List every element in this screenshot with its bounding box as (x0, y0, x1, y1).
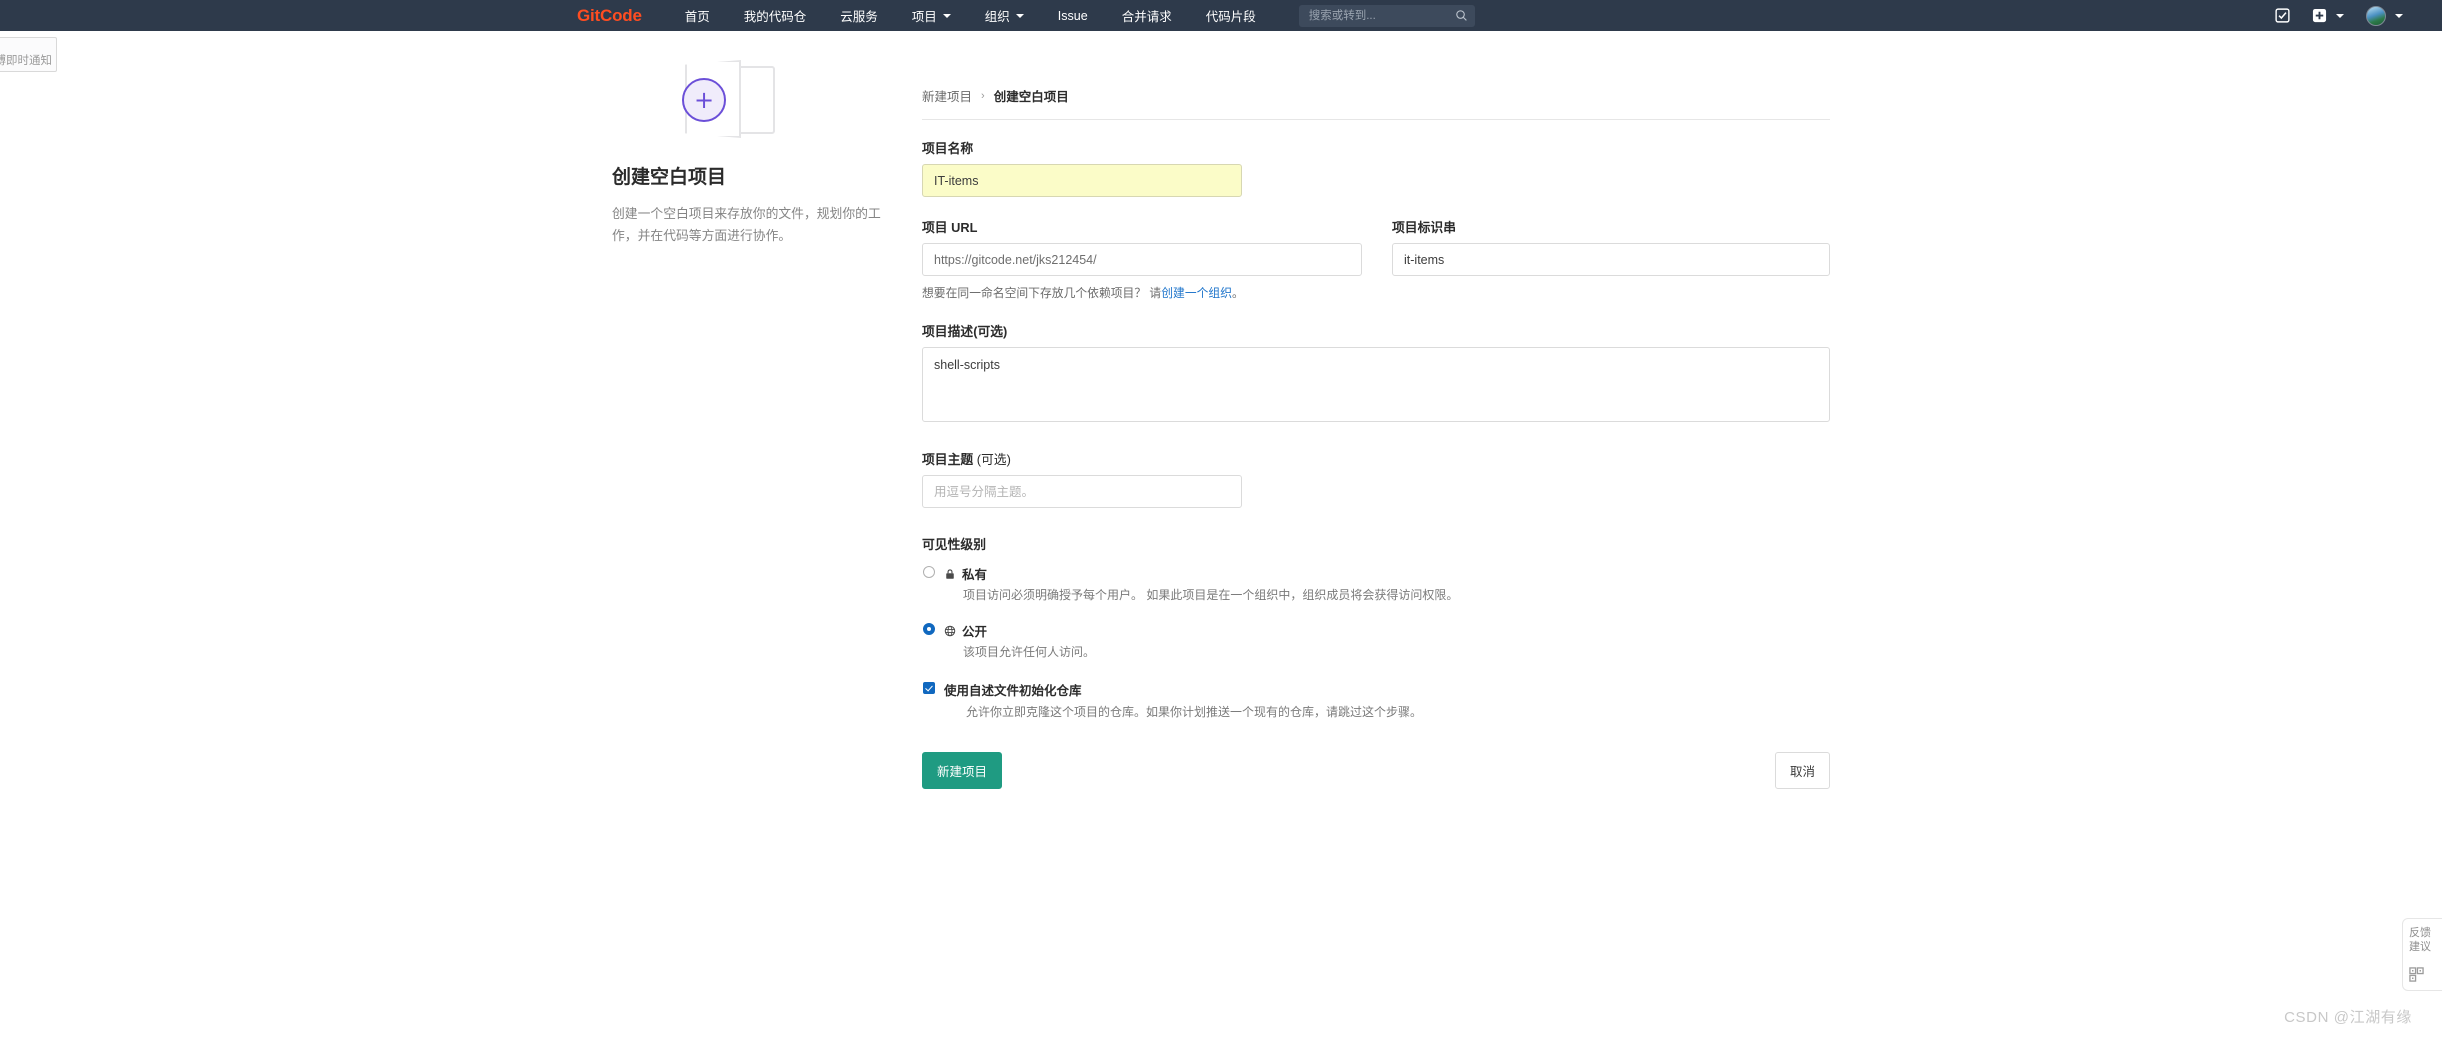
lock-icon (946, 568, 954, 579)
globe-icon (944, 625, 956, 636)
feedback-line2: 建议 (2409, 940, 2431, 953)
nav-label: 合并请求 (1121, 10, 1172, 24)
project-url-label: 项目 URL (922, 220, 978, 235)
private-radio[interactable] (923, 566, 935, 578)
private-description: 项目访问必须明确授予每个用户。 如果此项目是在一个组织中，组织成员将会获得访问权… (963, 588, 1459, 602)
user-avatar (2366, 5, 2386, 26)
create-project-form: 新建项目 › 创建空白项目 项目名称 项目 URL 想要在同一命名空间下存放几个… (922, 86, 1830, 789)
notification-panel-text: 微博即时通知 (0, 55, 52, 67)
project-slug-group: 项目标识串 (1392, 217, 1830, 301)
nav-label: 组织 (984, 10, 1010, 24)
initialize-readme-checkbox[interactable] (923, 682, 935, 694)
public-label: 公开 (962, 625, 988, 639)
visibility-group: 可见性级别 私有 项目访问必须明确授予每个用户。 如果此项目是在一个组织中，组织… (922, 534, 1830, 660)
nav-label: 云服务 (840, 10, 878, 24)
search-input[interactable] (1306, 8, 1447, 23)
breadcrumb-parent-link[interactable]: 新建项目 (922, 86, 972, 105)
initialize-readme-group[interactable]: 使用自述文件初始化仓库 允许你立即克隆这个项目的仓库。如果你计划推送一个现有的仓… (922, 680, 1830, 720)
nav-label: 项目 (911, 10, 937, 24)
nav-label: 我的代码仓 (743, 10, 807, 24)
project-topics-input[interactable] (922, 475, 1242, 508)
plus-glyph: + (693, 86, 715, 114)
private-label: 私有 (962, 568, 988, 582)
project-url-input[interactable] (922, 243, 1362, 276)
create-new-button[interactable] (2301, 0, 2355, 31)
visibility-option-private[interactable]: 私有 项目访问必须明确授予每个用户。 如果此项目是在一个组织中，组织成员将会获得… (922, 564, 1830, 603)
feedback-side-widget[interactable]: 反馈 建议 (2402, 918, 2442, 991)
project-topics-label-bold: 项目主题 (922, 452, 974, 467)
todo-button[interactable] (2264, 0, 2301, 31)
plus-icon (2312, 8, 2327, 23)
feedback-line1: 反馈 (2409, 927, 2431, 939)
project-topics-label-optional: (可选) (973, 452, 1011, 467)
project-description-textarea[interactable] (922, 347, 1830, 422)
url-slug-row: 项目 URL 想要在同一命名空间下存放几个依赖项目？ 请创建一个组织。 项目标识… (922, 217, 1830, 301)
breadcrumb-separator: › (981, 89, 985, 102)
namespace-hint-suffix: 。 (1232, 286, 1244, 300)
promo-title: 创建空白项目 (612, 167, 727, 188)
blank-project-promo: + 创建空白项目 创建一个空白项目来存放你的文件，规划你的工作，并在代码等方面进… (612, 60, 902, 248)
feedback-text-block: 反馈 建议 (2409, 927, 2431, 955)
gitcode-logo[interactable]: GitCode (577, 7, 642, 24)
nav-label: 代码片段 (1205, 10, 1256, 24)
blank-project-illustration: + (612, 60, 902, 140)
nav-item-organizations[interactable]: 组织 (968, 0, 1041, 31)
brand-text: GitCode (577, 6, 642, 25)
main-navigation: 首页 我的代码仓 云服务 项目 组织 Issue 合并请求 代码片段 (668, 0, 1273, 31)
public-description: 该项目允许任何人访问。 (963, 645, 1096, 659)
project-description-label: 项目描述(可选) (922, 324, 1008, 339)
project-topics-group: 项目主题 (可选) (922, 449, 1830, 508)
public-radio[interactable] (923, 623, 935, 635)
csdn-watermark: CSDN @江湖有缘 (2284, 1009, 2412, 1026)
top-header-bar: GitCode 首页 我的代码仓 云服务 项目 组织 Issue 合并请求 代码… (0, 0, 2442, 31)
chevron-down-icon (1015, 13, 1024, 18)
search-icon (1455, 9, 1467, 21)
cancel-button[interactable]: 取消 (1774, 752, 1830, 789)
nav-item-issue[interactable]: Issue (1041, 0, 1105, 31)
project-name-input[interactable] (922, 164, 1242, 197)
initialize-readme-description: 允许你立即克隆这个项目的仓库。如果你计划推送一个现有的仓库，请跳过这个步骤。 (966, 705, 1423, 719)
breadcrumb: 新建项目 › 创建空白项目 (922, 86, 1830, 119)
project-url-group: 项目 URL 想要在同一命名空间下存放几个依赖项目？ 请创建一个组织。 (922, 217, 1362, 301)
nav-item-my-repos[interactable]: 我的代码仓 (727, 0, 824, 31)
header-right-actions (2264, 0, 2442, 31)
project-slug-label: 项目标识串 (1392, 220, 1456, 235)
namespace-hint-text: 想要在同一命名空间下存放几个依赖项目？ 请 (922, 286, 1162, 300)
global-search-box[interactable] (1298, 4, 1475, 27)
nav-item-home[interactable]: 首页 (668, 0, 727, 31)
project-topics-label: 项目主题 (可选) (922, 449, 1830, 468)
nav-item-merge-requests[interactable]: 合并请求 (1105, 0, 1189, 31)
nav-item-projects[interactable]: 项目 (895, 0, 968, 31)
chevron-down-icon (2395, 13, 2403, 18)
plus-circle-icon: + (682, 78, 726, 122)
visibility-title: 可见性级别 (922, 537, 986, 552)
qr-code-icon[interactable] (2409, 966, 2424, 982)
weibo-notification-panel[interactable]: 微博即时通知 (0, 37, 57, 72)
create-organization-link[interactable]: 创建一个组织 (1161, 286, 1232, 300)
project-description-group: 项目描述(可选) (922, 321, 1830, 427)
form-actions: 新建项目 取消 (922, 752, 1830, 789)
create-project-button[interactable]: 新建项目 (922, 752, 1003, 789)
promo-description: 创建一个空白项目来存放你的文件，规划你的工作，并在代码等方面进行协作。 (612, 206, 881, 244)
project-slug-input[interactable] (1392, 243, 1830, 276)
project-name-label: 项目名称 (922, 141, 974, 156)
breadcrumb-divider (922, 119, 1830, 120)
initialize-readme-label: 使用自述文件初始化仓库 (944, 684, 1082, 698)
nav-item-cloud-services[interactable]: 云服务 (823, 0, 895, 31)
chevron-down-icon (2336, 13, 2344, 18)
user-menu-button[interactable] (2355, 0, 2414, 31)
nav-label: 首页 (684, 10, 710, 24)
namespace-hint: 想要在同一命名空间下存放几个依赖项目？ 请创建一个组织。 (922, 284, 1362, 301)
todo-checkbox-icon (2275, 8, 2290, 23)
visibility-option-public[interactable]: 公开 该项目允许任何人访问。 (922, 621, 1830, 660)
nav-item-snippets[interactable]: 代码片段 (1189, 0, 1273, 31)
breadcrumb-current: 创建空白项目 (993, 90, 1069, 104)
nav-label: Issue (1057, 8, 1088, 23)
chevron-down-icon (942, 13, 951, 18)
